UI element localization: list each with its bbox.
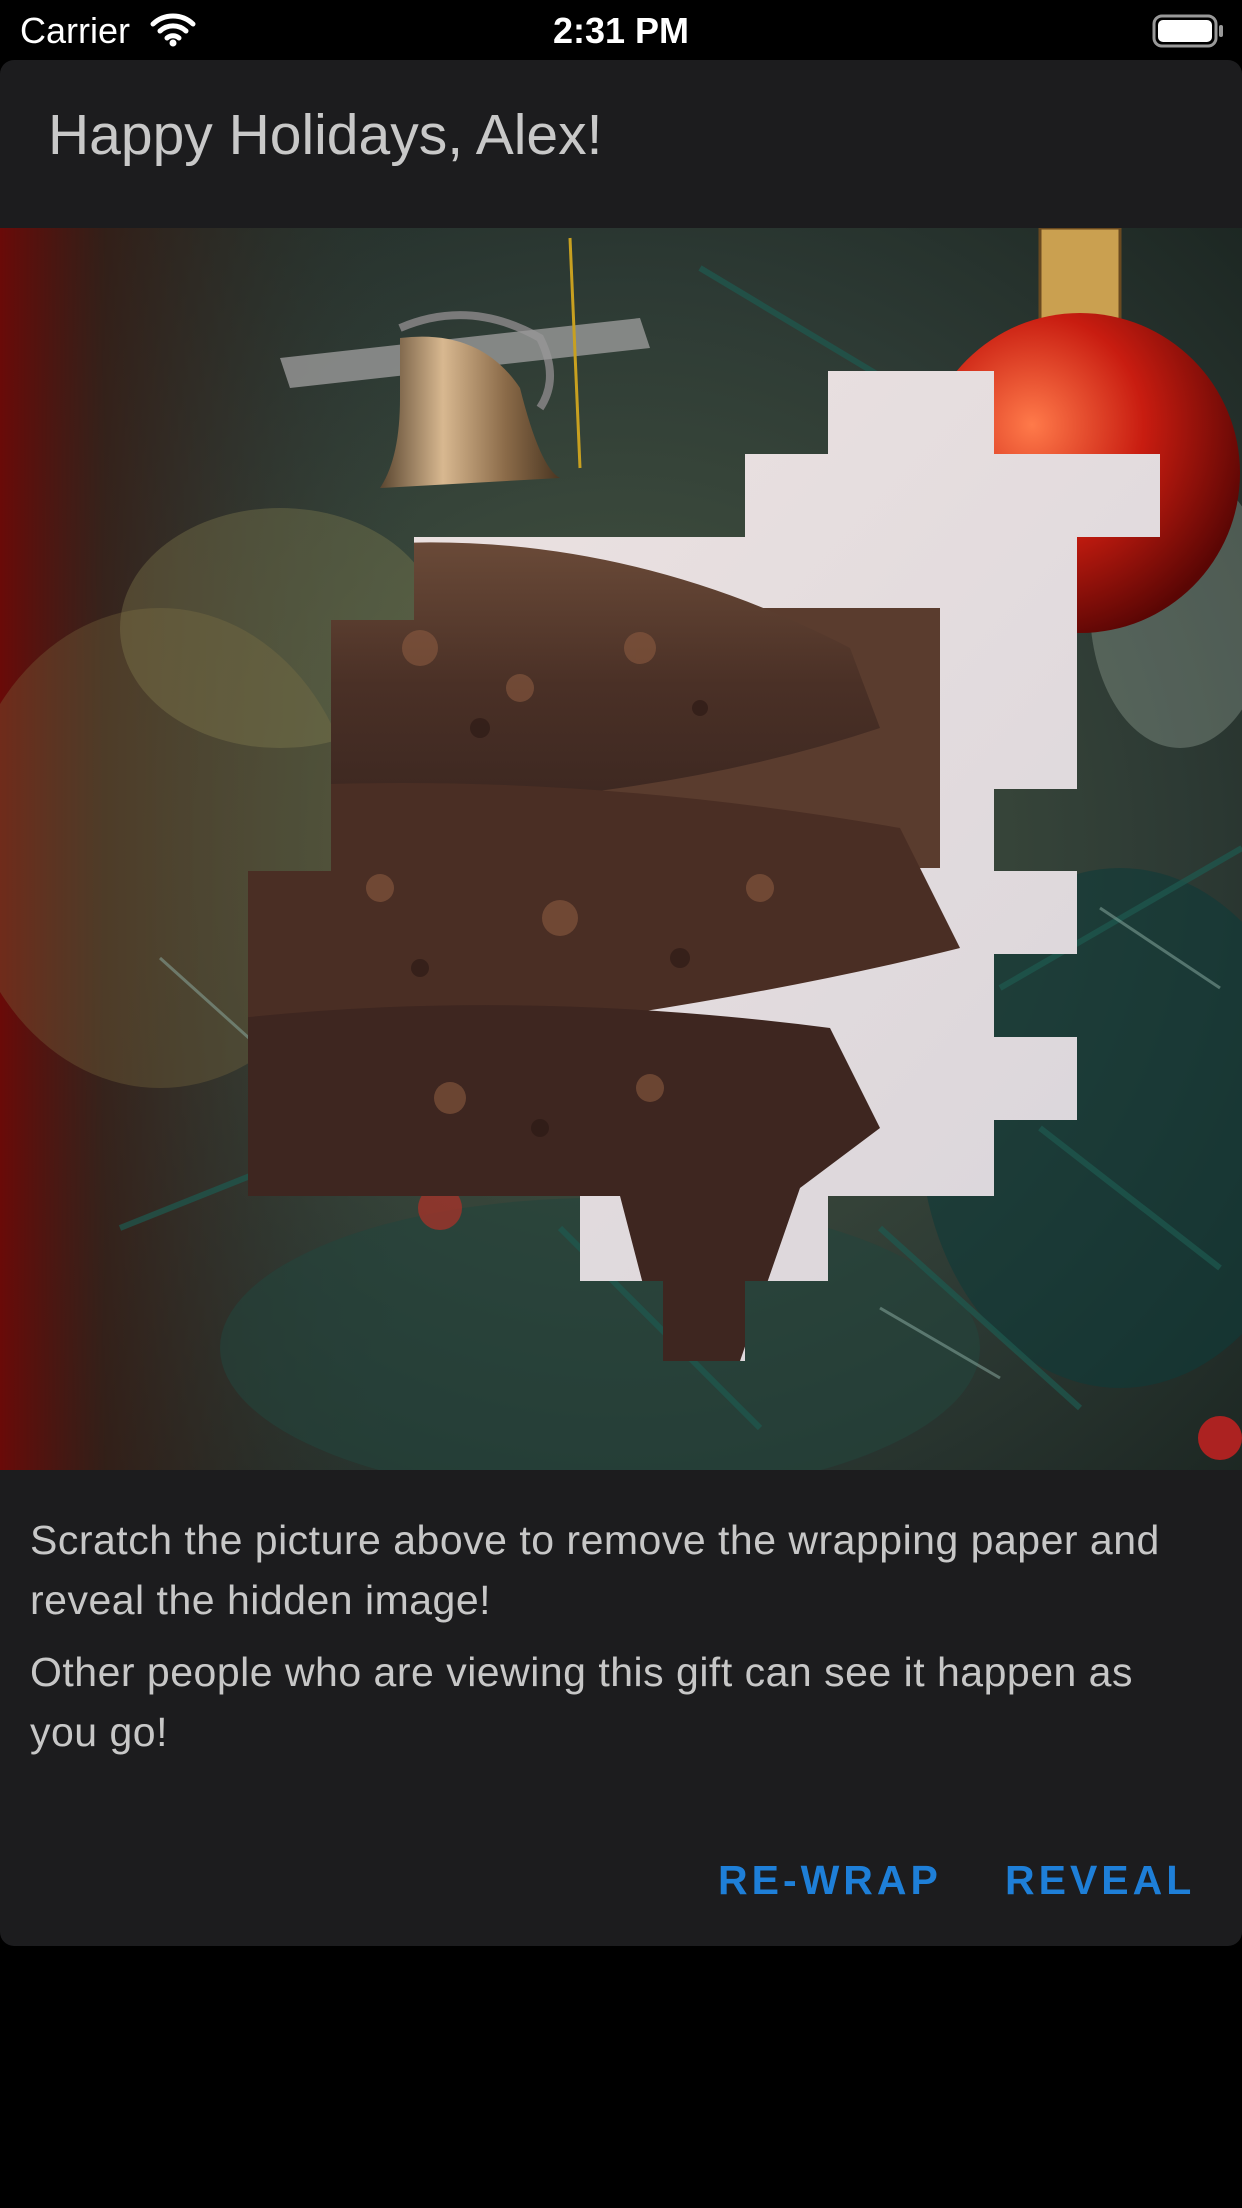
- battery-full-icon: [1152, 14, 1226, 48]
- clock: 2:31 PM: [552, 10, 690, 51]
- screen: Carrier 2:31 PM Happy Holidays, Alex! Sc…: [0, 0, 1242, 2208]
- scratch-canvas[interactable]: [0, 228, 1242, 1470]
- rewrap-button[interactable]: RE-WRAP: [718, 1840, 942, 1920]
- card-title: Happy Holidays, Alex!: [48, 103, 603, 167]
- reveal-button[interactable]: REVEAL: [1005, 1840, 1195, 1920]
- scratch-instructions: Scratch the picture above to remove the …: [30, 1517, 1160, 1623]
- status-bar: Carrier 2:31 PM: [0, 0, 1242, 60]
- shared-viewing-note: Other people who are viewing this gift c…: [30, 1649, 1133, 1755]
- gift-card: Happy Holidays, Alex! Scratch the pictur…: [0, 60, 1242, 1946]
